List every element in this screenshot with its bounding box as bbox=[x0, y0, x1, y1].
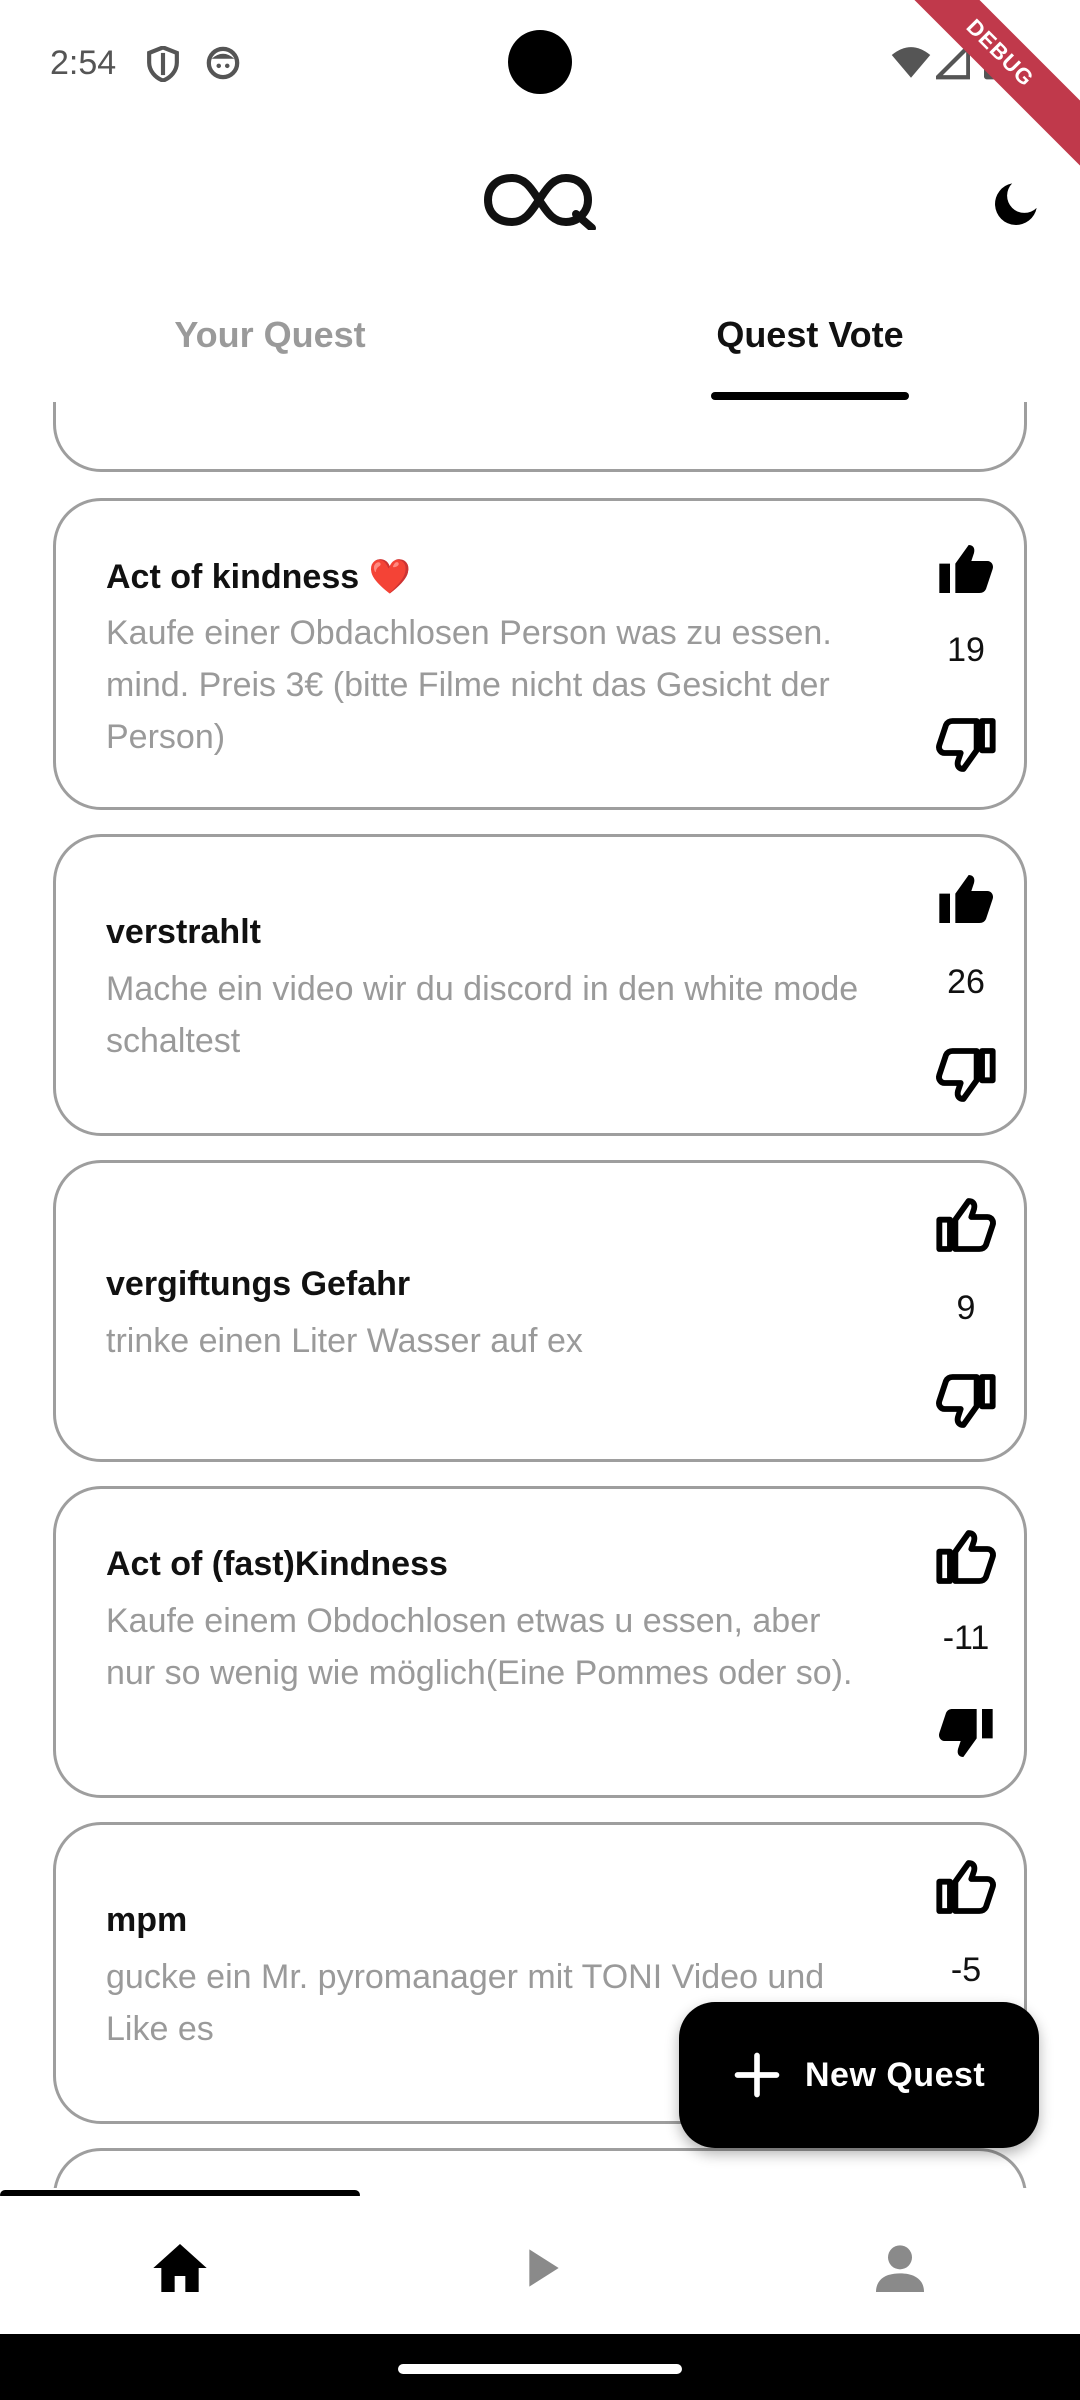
vote-count: 19 bbox=[947, 631, 985, 669]
tab-bar: Your Quest Quest Vote bbox=[0, 290, 1080, 402]
tab-indicator bbox=[711, 392, 909, 400]
vote-count: 9 bbox=[956, 1289, 976, 1327]
new-quest-label: New Quest bbox=[805, 2056, 986, 2094]
thumbs-up-filled-icon[interactable] bbox=[934, 867, 998, 931]
debug-banner: DEBUG bbox=[877, 0, 1080, 176]
quest-title: Act of kindness ❤️ bbox=[106, 558, 411, 596]
bottom-navigation bbox=[0, 2196, 1080, 2334]
thumbs-down-filled-icon[interactable] bbox=[934, 1701, 998, 1765]
quest-title: mpm bbox=[106, 1901, 188, 1939]
camera-cutout bbox=[508, 30, 572, 94]
thumbs-up-outline-icon[interactable] bbox=[934, 1525, 998, 1589]
home-gesture-pill[interactable] bbox=[398, 2364, 682, 2374]
quest-card[interactable]: Act of (fast)Kindness Kaufe einem Obdoch… bbox=[53, 1486, 1027, 1798]
quest-title: Act of (fast)Kindness bbox=[106, 1545, 448, 1583]
quest-card-partial-bottom[interactable] bbox=[53, 2148, 1027, 2188]
thumbs-up-outline-icon[interactable] bbox=[934, 1855, 998, 1919]
quest-title: verstrahlt bbox=[106, 913, 261, 951]
thumbs-down-outline-icon[interactable] bbox=[934, 1043, 998, 1107]
moon-icon[interactable] bbox=[990, 174, 1046, 230]
thumbs-down-outline-icon[interactable] bbox=[934, 1369, 998, 1433]
play-icon[interactable] bbox=[508, 2236, 572, 2300]
shield-icon bbox=[146, 45, 180, 87]
tab-quest-vote[interactable]: Quest Vote bbox=[540, 314, 1080, 356]
home-icon[interactable] bbox=[148, 2236, 212, 2300]
system-navigation-bar bbox=[0, 2334, 1080, 2400]
thumbs-up-filled-icon[interactable] bbox=[934, 537, 998, 601]
quest-card-partial-top[interactable] bbox=[53, 402, 1027, 472]
new-quest-button[interactable]: New Quest bbox=[679, 2002, 1039, 2148]
quest-description: trinke einen Liter Wasser auf ex bbox=[106, 1322, 583, 1360]
quest-card[interactable]: verstrahlt Mache ein video wir du discor… bbox=[53, 834, 1027, 1136]
quest-description: Kaufe einem Obdochlosen etwas u essen, a… bbox=[106, 1602, 853, 1692]
quest-description: Mache ein video wir du discord in den wh… bbox=[106, 970, 859, 1060]
quest-card[interactable]: vergiftungs Gefahr trinke einen Liter Wa… bbox=[53, 1160, 1027, 1462]
face-icon bbox=[206, 46, 240, 85]
status-time: 2:54 bbox=[50, 44, 117, 82]
person-icon[interactable] bbox=[868, 2236, 932, 2300]
quest-title: vergiftungs Gefahr bbox=[106, 1265, 411, 1303]
plus-icon bbox=[731, 2049, 783, 2101]
thumbs-down-outline-icon[interactable] bbox=[934, 713, 998, 777]
thumbs-up-outline-icon[interactable] bbox=[934, 1193, 998, 1257]
quest-description: Kaufe einer Obdachlosen Person was zu es… bbox=[106, 614, 832, 756]
vote-count: -5 bbox=[950, 1951, 982, 1989]
vote-count: 26 bbox=[947, 963, 985, 1001]
quest-vote-list[interactable]: Act of kindness ❤️ Kaufe einer Obdachlos… bbox=[0, 402, 1080, 2188]
oq-logo-icon bbox=[482, 170, 596, 232]
vote-count: -11 bbox=[942, 1619, 990, 1657]
quest-card[interactable]: Act of kindness ❤️ Kaufe einer Obdachlos… bbox=[53, 498, 1027, 810]
tab-your-quest[interactable]: Your Quest bbox=[0, 314, 540, 356]
wifi-icon bbox=[890, 44, 932, 85]
status-bar: 2:54 DEBUG bbox=[0, 0, 1080, 176]
